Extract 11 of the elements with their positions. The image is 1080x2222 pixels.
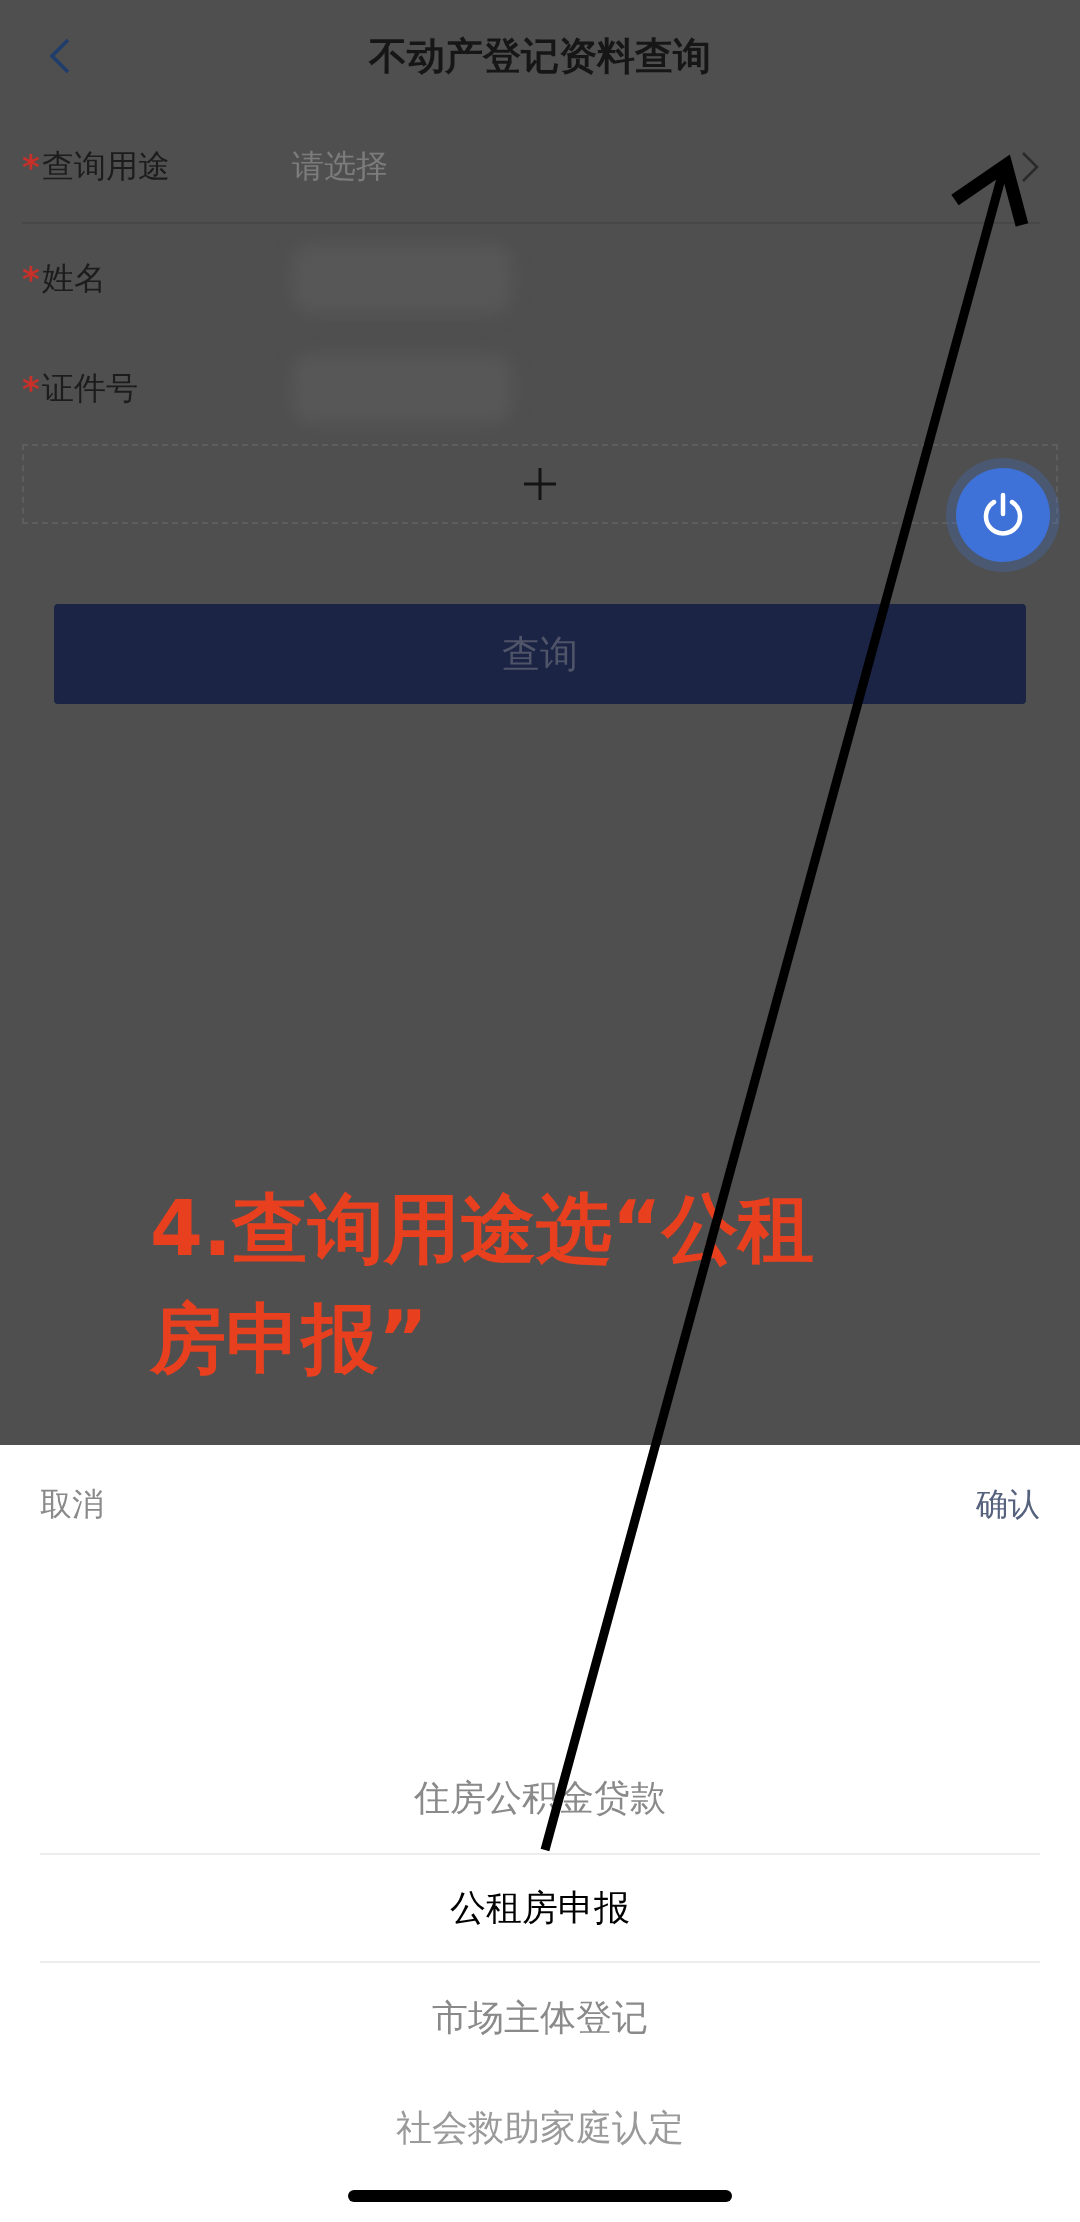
- required-mark: *: [22, 259, 41, 299]
- picker-option[interactable]: 社会救助家庭认定: [396, 2103, 684, 2153]
- page-title: 不动产登记资料查询: [369, 32, 711, 80]
- cancel-button[interactable]: 取消: [40, 1483, 104, 1527]
- required-mark: *: [22, 147, 41, 187]
- required-mark: *: [22, 369, 41, 409]
- confirm-button[interactable]: 确认: [976, 1483, 1040, 1527]
- picker-option[interactable]: 市场主体登记: [432, 1993, 648, 2043]
- plus-icon: [523, 467, 557, 501]
- chevron-right-icon: [1020, 150, 1040, 184]
- picker-option[interactable]: 公租房申报: [450, 1883, 630, 1933]
